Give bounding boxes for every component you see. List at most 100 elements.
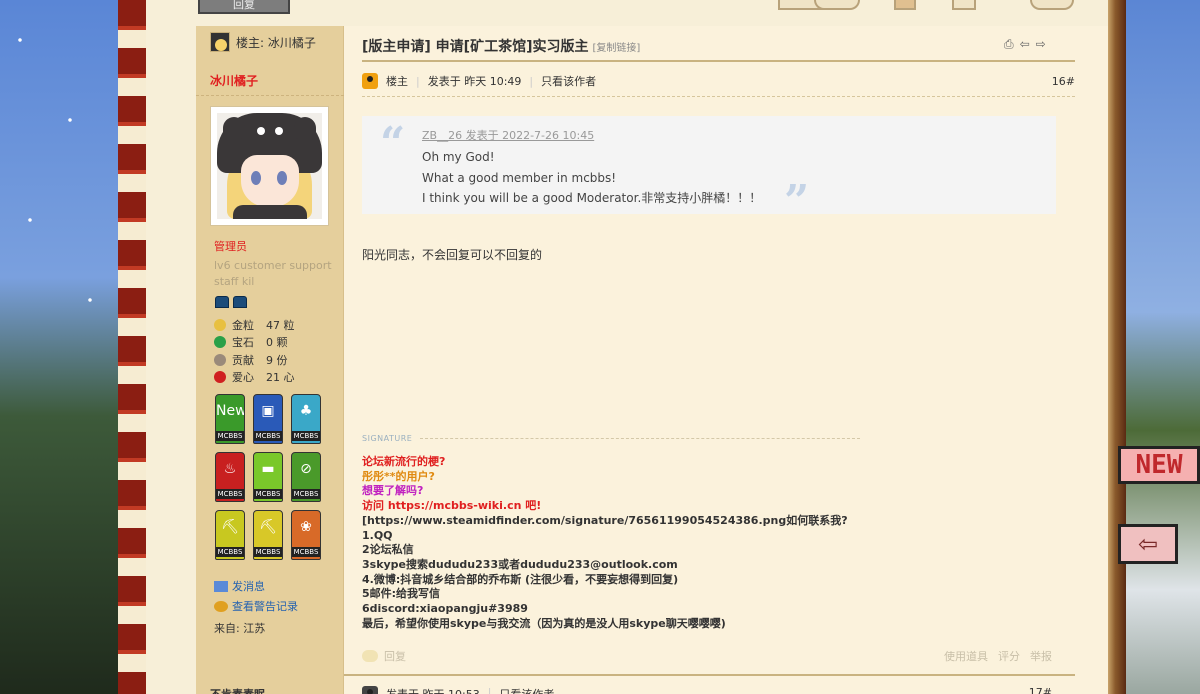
signature-line: 1.QQ: [362, 528, 393, 542]
username[interactable]: 冰川橘子: [210, 72, 258, 89]
signature-line: 论坛新流行的梗?: [362, 455, 446, 468]
post-time: 发表于 昨天 10:49: [427, 75, 522, 88]
quote-content: Oh my God! What a good member in mcbbs! …: [422, 150, 762, 205]
new-badge[interactable]: NEW: [1118, 446, 1200, 484]
avatar-image: [217, 113, 322, 219]
only-author-link[interactable]: 只看该作者: [541, 73, 596, 89]
quote-author[interactable]: ZB__26 发表于 2022-7-26 10:45: [422, 127, 594, 143]
decorative-border-right: [1108, 0, 1126, 694]
decorative-border-inner: [146, 0, 196, 694]
post-footer: 回复 使用道具 评分 举报: [362, 648, 1052, 664]
medal-badge[interactable]: ⛏ MCBBS: [215, 510, 245, 560]
signature-line: 2论坛私信: [362, 543, 414, 557]
medal-badge[interactable]: ♨ MCBBS: [215, 452, 245, 502]
medal-name: MCBBS: [292, 489, 320, 499]
medal-badge[interactable]: News MCBBS: [215, 394, 245, 444]
signature-line: 5邮件:给我写信: [362, 587, 441, 601]
view-warnings-link[interactable]: 查看警告记录: [214, 596, 298, 616]
medal-badge[interactable]: ♣ MCBBS: [291, 394, 321, 444]
avatar[interactable]: [210, 106, 329, 226]
send-message-link[interactable]: 发消息: [214, 576, 298, 596]
medal-glyph: ❀: [300, 519, 312, 535]
signature-line[interactable]: 访问 https://mcbbs-wiki.cn 吧!: [362, 499, 848, 514]
medal-glyph: ⛏: [259, 519, 277, 535]
signature-line: [https://www.steamidfinder.com/signature…: [362, 513, 848, 527]
stat-gem: 宝石 0 颗: [214, 334, 295, 352]
mini-medal-icon[interactable]: [215, 296, 229, 308]
medal-glyph: ⛏: [221, 519, 239, 535]
sidebar-links: 发消息 查看警告记录: [214, 576, 298, 616]
medal-glyph: ▣: [261, 403, 275, 419]
rate-link[interactable]: 评分: [998, 648, 1020, 664]
next-post-username[interactable]: 不肯素素眠: [210, 686, 265, 694]
stat-contribution: 贡献 9 份: [214, 351, 295, 369]
medal-glyph: ♣: [299, 403, 313, 419]
thread-tools: ⎙ ⇦ ⇨: [1004, 37, 1046, 52]
medal-badge[interactable]: ▬ MCBBS: [253, 452, 283, 502]
signature-line: 3skype搜索dududu233或者dududu233@outlook.com: [362, 557, 678, 571]
user-stats: 金粒 47 粒 宝石 0 颗 贡献 9 份 爱心 21 心: [214, 316, 295, 386]
medal-name: MCBBS: [254, 489, 282, 499]
medal-name: MCBBS: [216, 489, 244, 499]
post-icon: [362, 686, 378, 694]
custom-title: lv6 customer support staff kil: [214, 259, 332, 288]
reply-link[interactable]: 回复: [384, 648, 406, 664]
medal-badge[interactable]: ❀ MCBBS: [291, 510, 321, 560]
signature-divider: [420, 438, 860, 439]
op-label: 楼主: 冰川橘子: [236, 35, 316, 50]
toolbar-deco-3: [894, 0, 916, 10]
medal-glyph: ♨: [223, 461, 237, 477]
medal-name: MCBBS: [292, 431, 320, 441]
title-divider: [362, 60, 1075, 62]
copy-link[interactable]: [复制链接]: [592, 39, 640, 54]
host-label: 楼主: [386, 75, 408, 88]
sidebar-divider: [196, 95, 344, 96]
medal-badge[interactable]: ⊘ MCBBS: [291, 452, 321, 502]
medal-glyph: ⊘: [300, 461, 312, 477]
signature-line: 6discord:xiaopangju#3989: [362, 602, 528, 616]
medal-name: MCBBS: [254, 431, 282, 441]
back-arrow-badge[interactable]: ⇦: [1118, 524, 1178, 564]
contribution-icon: [214, 353, 226, 366]
medal-name: MCBBS: [216, 547, 244, 557]
prev-thread-icon[interactable]: ⇦: [1020, 37, 1030, 52]
medal-name: MCBBS: [216, 431, 244, 441]
background-scenery-right: [1125, 0, 1200, 694]
medal-name: MCBBS: [254, 547, 282, 557]
post-body: 阳光同志，不会回复可以不回复的: [362, 248, 543, 262]
signature: 论坛新流行的梗? 彤彤**的用户? 想要了解吗? 访问 https://mcbbs-w…: [362, 455, 848, 631]
report-link[interactable]: 举报: [1030, 648, 1052, 664]
decorative-border-left: [118, 0, 146, 694]
medal-badge[interactable]: ▣ MCBBS: [253, 394, 283, 444]
mini-medal-icon[interactable]: [233, 296, 247, 308]
emerald-icon: [214, 336, 226, 349]
medal-name: MCBBS: [292, 547, 320, 557]
post-meta: 楼主 | 发表于 昨天 10:49 | 只看该作者 16#: [362, 73, 1075, 89]
stat-gold: 金粒 47 粒: [214, 316, 295, 334]
warning-icon: [214, 600, 228, 612]
reply-icon: [362, 650, 378, 662]
use-item-link[interactable]: 使用道具: [944, 648, 988, 664]
next-only-author-link[interactable]: 只看该作者: [499, 686, 554, 694]
op-avatar-icon[interactable]: [210, 32, 230, 52]
next-floor-number[interactable]: 17#: [1029, 686, 1052, 694]
signature-line: 4.微博:抖音城乡结合部的乔布斯 (注很少看，不要妄想得到回复): [362, 572, 679, 586]
user-group[interactable]: 管理员: [214, 238, 247, 254]
medal-glyph: ▬: [261, 461, 275, 477]
background-scenery-left: [0, 0, 125, 694]
medal-badge[interactable]: ⛏ MCBBS: [253, 510, 283, 560]
close-quote-icon: ”: [784, 176, 810, 227]
reply-button[interactable]: 回复: [198, 0, 290, 14]
open-quote-icon: “: [380, 118, 406, 169]
gold-nugget-icon: [214, 318, 226, 331]
next-post-meta: 发表于 昨天 10:53 | 只看该作者 17#: [362, 686, 1052, 694]
floor-number[interactable]: 16#: [1052, 75, 1075, 88]
medal-glyph: News: [216, 403, 244, 419]
thread-title: [版主申请] 申请[矿工茶馆]实习版主 [复制链接]: [362, 36, 640, 56]
stat-love: 爱心 21 心: [214, 369, 295, 387]
signature-line: 最后，希望你使用skype与我交流（因为真的是没人用skype聊天嘤嘤嘤): [362, 616, 726, 630]
next-thread-icon[interactable]: ⇨: [1036, 37, 1046, 52]
toolbar-deco-2: [814, 0, 860, 10]
signature-label: SIGNATURE: [362, 434, 413, 443]
print-icon[interactable]: ⎙: [1004, 37, 1014, 52]
